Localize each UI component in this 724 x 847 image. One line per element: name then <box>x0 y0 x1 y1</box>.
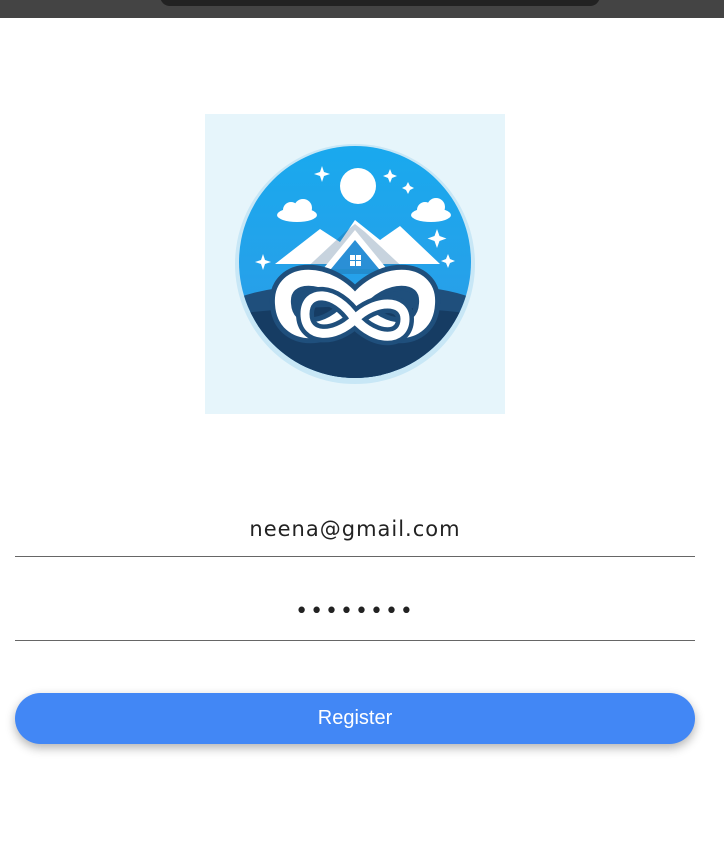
app-logo <box>205 114 505 414</box>
password-field[interactable]: •••••••• <box>15 583 695 641</box>
email-field[interactable] <box>15 500 695 557</box>
infinity-house-mountains-logo-icon <box>235 144 475 384</box>
status-bar <box>0 0 724 18</box>
register-button-label: Register <box>317 707 393 729</box>
camera-notch <box>160 0 600 6</box>
register-button[interactable]: Register <box>15 693 695 744</box>
password-mask: •••••••• <box>295 599 415 624</box>
